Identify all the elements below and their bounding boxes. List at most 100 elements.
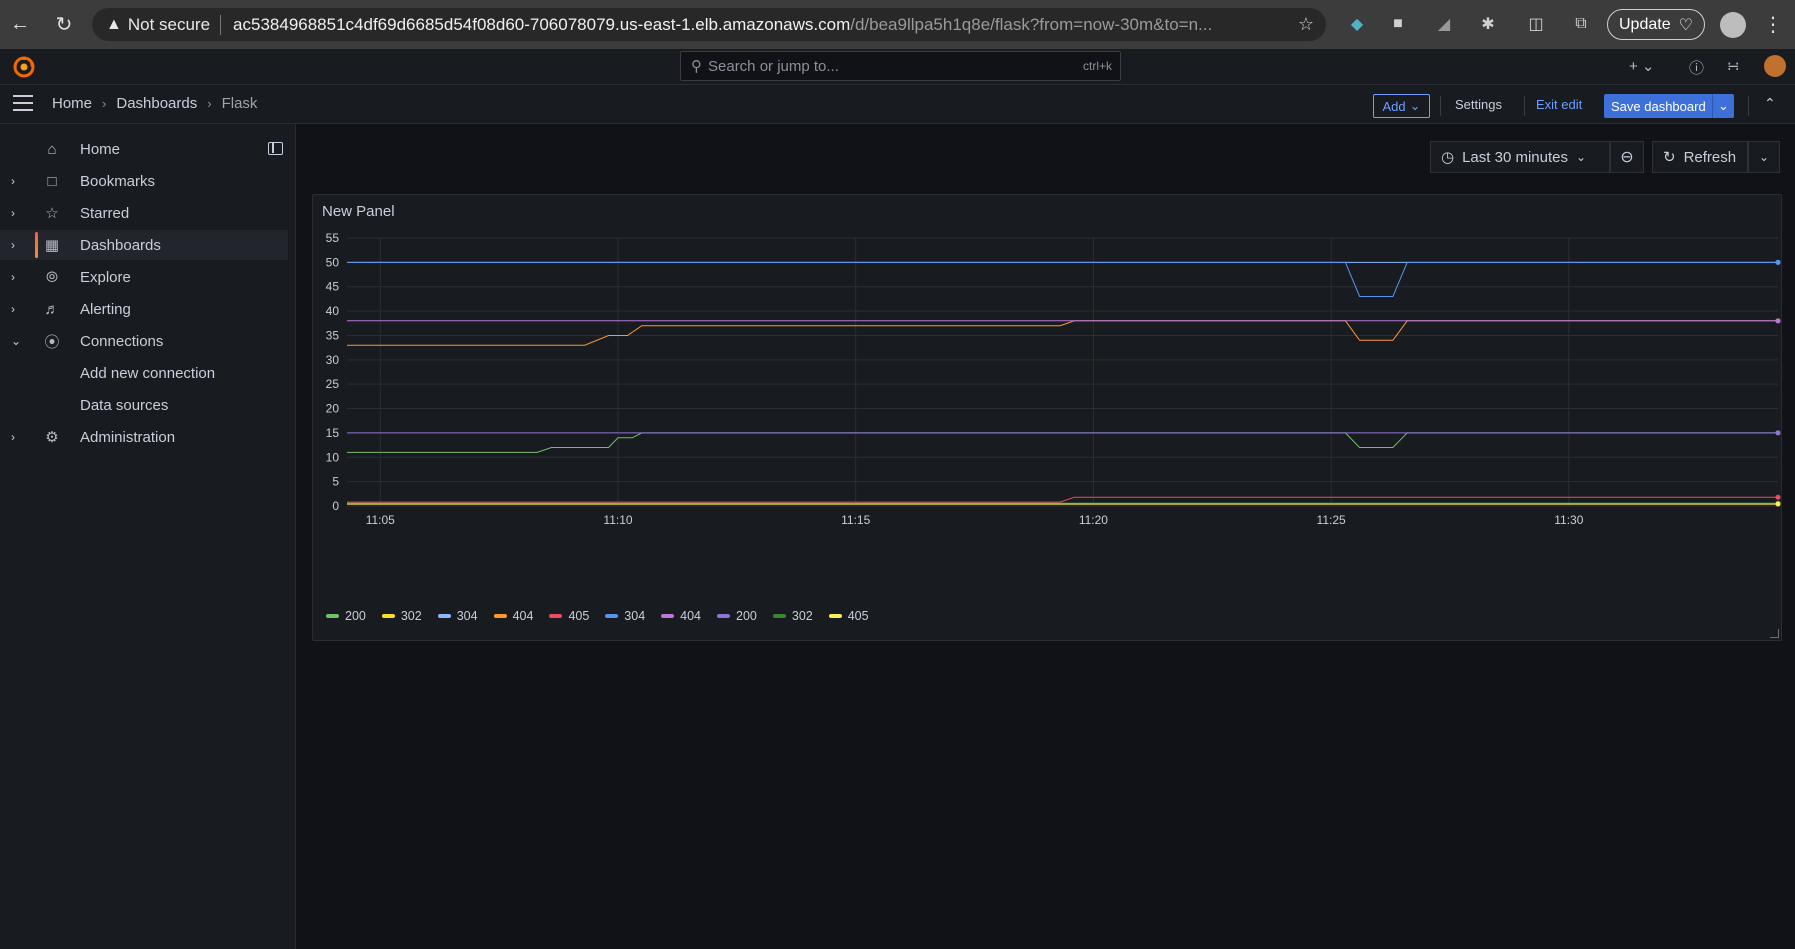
y-tick-label: 45 bbox=[326, 280, 340, 294]
legend-item[interactable]: 304 bbox=[605, 609, 645, 623]
sidebar-item-label: Explore bbox=[80, 268, 131, 286]
legend-item[interactable]: 200 bbox=[326, 609, 366, 623]
sidebar-item-connections[interactable]: ⌄ ⦿ Connections bbox=[0, 326, 288, 356]
star-icon: ☆ bbox=[45, 205, 59, 222]
series-line-304 bbox=[347, 261, 1778, 297]
sidebar-item-label: Starred bbox=[80, 204, 130, 222]
grafana-logo-icon[interactable] bbox=[12, 55, 36, 79]
chevron-up-icon[interactable]: ⌃ bbox=[1764, 95, 1776, 112]
search-shortcut: ctrl+k bbox=[1082, 59, 1112, 73]
update-label: Update bbox=[1619, 15, 1671, 33]
refresh-button[interactable]: ↻ Refresh bbox=[1652, 141, 1748, 173]
resize-handle[interactable] bbox=[1770, 629, 1779, 638]
zoom-out-icon: ⊖ bbox=[1620, 149, 1634, 166]
profile-avatar[interactable] bbox=[1720, 12, 1746, 38]
chevron-right-icon[interactable]: › bbox=[11, 174, 15, 188]
extension-icon[interactable]: ◢ bbox=[1432, 12, 1456, 36]
legend-label: 404 bbox=[512, 609, 534, 623]
y-tick-label: 55 bbox=[326, 231, 340, 245]
sidebar-item-administration[interactable]: › ⚙ Administration bbox=[0, 422, 288, 452]
sidebar-item-label: Bookmarks bbox=[80, 172, 156, 190]
extension-icon[interactable]: ◆ bbox=[1345, 12, 1369, 36]
more-menu-icon[interactable]: ⋮ bbox=[1763, 12, 1783, 37]
reload-icon[interactable]: ↻ bbox=[46, 6, 82, 42]
bookmark-star-icon[interactable]: ☆ bbox=[1298, 14, 1314, 35]
sidebar-item-label: Add new connection bbox=[80, 364, 216, 382]
chevron-right-icon[interactable]: › bbox=[11, 206, 15, 220]
extension-icon[interactable]: ■ bbox=[1386, 12, 1410, 36]
help-icon[interactable]: ⓘ bbox=[1689, 57, 1704, 78]
legend-label: 304 bbox=[624, 609, 646, 623]
legend-swatch bbox=[381, 614, 395, 618]
timeseries-chart: 0 5 10 15 20 25 30 35 40 45 50 55 11:05 11:10 11:15 11:… bbox=[326, 231, 1781, 527]
add-button[interactable]: Add ⌄ bbox=[1373, 94, 1430, 118]
legend-item[interactable]: 405 bbox=[549, 609, 589, 623]
legend-item[interactable]: 304 bbox=[437, 609, 478, 623]
sidebar-item-label: Dashboards bbox=[80, 236, 161, 254]
bookmark-icon: □ bbox=[47, 172, 57, 190]
home-icon: ⌂ bbox=[47, 140, 57, 158]
chevron-down-icon: ⌄ bbox=[1576, 150, 1587, 164]
legend-label: 302 bbox=[791, 609, 813, 623]
refresh-interval-dropdown[interactable]: ⌄ bbox=[1748, 141, 1780, 173]
sidebar-item-data-sources[interactable]: Data sources bbox=[0, 390, 288, 420]
series-line-405 bbox=[347, 496, 1778, 503]
sidebar-item-dashboards[interactable]: › ▦ Dashboards bbox=[0, 230, 288, 260]
time-range-label: Last 30 minutes bbox=[1462, 148, 1568, 166]
time-range-picker[interactable]: ◷ Last 30 minutes ⌄ bbox=[1430, 141, 1610, 173]
y-tick-label: 35 bbox=[326, 328, 340, 342]
settings-button[interactable]: Settings bbox=[1455, 97, 1502, 112]
series-line-200 bbox=[347, 432, 1778, 453]
back-arrow-icon[interactable]: ← bbox=[2, 6, 38, 42]
legend-item[interactable]: 302 bbox=[772, 609, 813, 623]
sidebar-item-bookmarks[interactable]: › □ Bookmarks bbox=[0, 166, 288, 196]
chevron-right-icon[interactable]: › bbox=[11, 238, 15, 252]
legend-item[interactable]: 405 bbox=[828, 609, 869, 623]
legend-item[interactable]: 200 bbox=[717, 609, 757, 623]
x-tick-label: 11:10 bbox=[603, 513, 632, 527]
y-tick-label: 50 bbox=[326, 255, 340, 269]
puzzle-icon[interactable]: ✱ bbox=[1476, 12, 1500, 36]
legend-item[interactable]: 302 bbox=[381, 609, 422, 623]
legend-item[interactable]: 404 bbox=[661, 609, 701, 623]
legend-label: 304 bbox=[456, 609, 478, 623]
legend-label: 405 bbox=[847, 609, 869, 623]
panel[interactable]: New Panel 0 5 10 15 20 25 30 35 40 45 50 55 11:05 11:… bbox=[312, 194, 1782, 641]
zoom-out-button[interactable]: ⊖ bbox=[1610, 141, 1644, 173]
update-button[interactable]: Update ♡ bbox=[1607, 9, 1705, 40]
address-bar[interactable]: ▲ Not secure ac5384968851c4df69d6685d54f… bbox=[92, 8, 1326, 41]
legend-swatch bbox=[326, 614, 339, 618]
legend-item[interactable]: 404 bbox=[493, 609, 534, 623]
split-view-icon[interactable]: ◫ bbox=[1524, 12, 1548, 36]
plus-icon[interactable]: + ⌄ bbox=[1629, 57, 1655, 75]
chevron-right-icon: › bbox=[207, 96, 212, 111]
y-tick-label: 25 bbox=[326, 377, 340, 391]
sidebar-item-explore[interactable]: › ⦾ Explore bbox=[0, 262, 288, 292]
chevron-right-icon[interactable]: › bbox=[11, 430, 15, 444]
sidebar-item-home[interactable]: ⌂ Home bbox=[0, 134, 288, 164]
sidebar-item-alerting[interactable]: › ♬ Alerting bbox=[0, 294, 288, 324]
breadcrumb-home[interactable]: Home bbox=[52, 95, 92, 112]
chevron-down-icon[interactable]: ⌄ bbox=[11, 334, 21, 348]
menu-icon[interactable] bbox=[13, 95, 33, 111]
address-separator bbox=[220, 14, 222, 35]
x-tick-label: 11:20 bbox=[1079, 513, 1108, 527]
divider bbox=[1748, 96, 1749, 116]
search-input[interactable]: ⚲ Search or jump to... ctrl+k bbox=[680, 51, 1121, 81]
sidebar-item-starred[interactable]: › ☆ Starred bbox=[0, 198, 288, 228]
y-tick-label: 30 bbox=[326, 353, 340, 367]
user-avatar[interactable] bbox=[1764, 55, 1786, 77]
breadcrumb-dashboards[interactable]: Dashboards bbox=[116, 95, 197, 112]
clock-icon: ◷ bbox=[1441, 149, 1455, 166]
chevron-right-icon[interactable]: › bbox=[11, 270, 15, 284]
chevron-right-icon[interactable]: › bbox=[11, 302, 15, 316]
collections-icon[interactable]: ⧉ bbox=[1569, 12, 1593, 36]
breadcrumb: Home › Dashboards › Flask bbox=[52, 95, 257, 112]
chevron-down-icon[interactable]: ⌄ bbox=[1712, 94, 1734, 118]
save-dashboard-button[interactable]: Save dashboard ⌄ bbox=[1604, 94, 1734, 118]
exit-edit-button[interactable]: Exit edit bbox=[1536, 97, 1582, 112]
active-indicator bbox=[35, 232, 38, 258]
sidebar-item-add-new-connection[interactable]: Add new connection bbox=[0, 358, 288, 388]
series-endpoint-405 bbox=[1775, 494, 1781, 500]
news-rss-icon[interactable]: ∺ bbox=[1727, 57, 1740, 75]
